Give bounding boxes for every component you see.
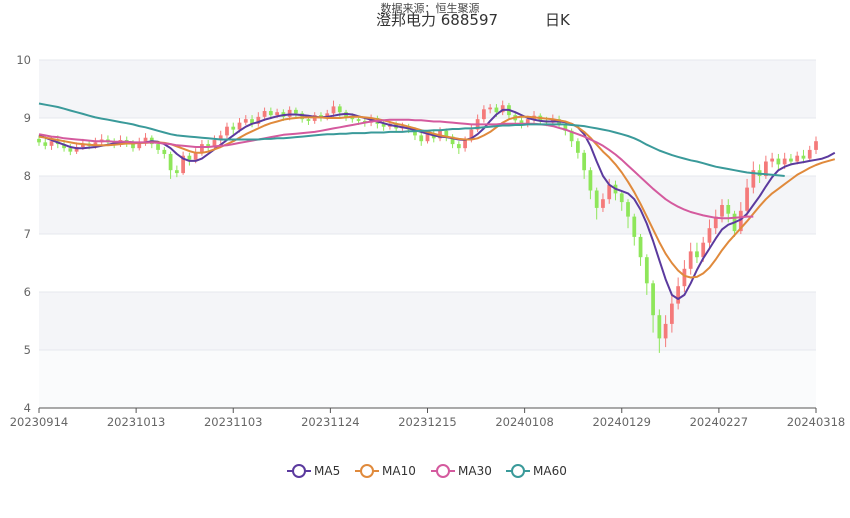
candle-body [626, 202, 630, 217]
candle-body [782, 158, 787, 165]
candle-body [720, 205, 724, 217]
chart-canvas: 4 5 6 7 8 9 10 20230914 20231013 20231103 2023112… [10, 1, 846, 478]
candle-body [638, 236, 643, 258]
legend-label: MA60 [533, 464, 567, 478]
candle-body [619, 193, 624, 203]
candle-body [494, 107, 499, 113]
x-tick-label: 20230914 [10, 415, 69, 429]
legend-label: MA5 [314, 464, 340, 478]
y-tick-label: 5 [24, 343, 31, 357]
candle-body [607, 184, 612, 200]
kline-chart: 4 5 6 7 8 9 10 20230914 20231013 20231103 2023112… [0, 0, 850, 518]
candle-body [193, 152, 198, 160]
x-axis: 20230914 20231013 20231103 20231124 20231215… [10, 407, 846, 429]
candle-body [695, 251, 699, 258]
candle-body [663, 323, 668, 339]
candle-body [337, 106, 342, 113]
y-tick-label: 10 [16, 53, 31, 67]
x-tick-label: 20240227 [690, 415, 749, 429]
band-bottom [39, 350, 816, 408]
candle-body [588, 170, 593, 191]
candle-body [243, 119, 248, 123]
y-axis-labels: 4 5 6 7 8 9 10 [16, 53, 31, 415]
candle-body [726, 205, 731, 214]
legend-swatch-marker [360, 464, 374, 478]
candle-body [463, 140, 467, 149]
candle-body [682, 268, 687, 287]
candle-body [237, 122, 242, 130]
candle-body [168, 153, 173, 171]
x-tick-label: 20240318 [787, 415, 846, 429]
candle-body [425, 134, 430, 142]
legend-swatch-marker [292, 464, 306, 478]
candle-body [814, 141, 818, 150]
candle-body [49, 141, 54, 146]
y-tick-label: 8 [24, 169, 31, 183]
candle-body [419, 135, 424, 142]
candle-body [200, 144, 204, 153]
candle-body [275, 112, 279, 116]
candle-body [262, 111, 267, 117]
x-tick-label: 20231013 [107, 415, 166, 429]
y-tick-label: 7 [24, 227, 31, 241]
candle-body [331, 106, 336, 114]
candle-body [601, 199, 605, 208]
legend-label: MA30 [458, 464, 492, 478]
band-5 [39, 292, 816, 350]
candle-body [488, 107, 493, 110]
candle-body [294, 109, 298, 114]
band-7 [39, 176, 816, 234]
legend-label: MA10 [382, 464, 416, 478]
candle-body [745, 187, 749, 211]
candle-body [707, 228, 712, 243]
candle-body [776, 158, 781, 165]
candle-body [644, 257, 649, 284]
candle-body [456, 144, 461, 149]
legend-swatch-marker [511, 464, 525, 478]
candle-body [482, 109, 486, 120]
period-label: 日K [545, 11, 571, 29]
x-tick-label: 20231215 [398, 415, 457, 429]
candle-body [651, 283, 655, 316]
y-tick-label: 6 [24, 285, 31, 299]
candle-body [688, 251, 693, 269]
candle-body [162, 149, 167, 154]
candle-body [187, 155, 192, 160]
candle-body [306, 119, 311, 121]
candle-body [576, 141, 580, 153]
candle-body [268, 111, 273, 116]
y-tick-label: 9 [24, 111, 31, 125]
candle-body [657, 315, 662, 339]
candle-body [174, 170, 179, 174]
x-tick-label: 20240129 [592, 415, 651, 429]
chart-title: 澄邦电力 688597 [376, 11, 498, 29]
candle-body [795, 155, 800, 162]
candle-body [37, 138, 41, 143]
band-9 [39, 60, 816, 118]
candle-body [801, 155, 806, 159]
legend: MA5 MA10 MA30 MA60 [287, 464, 567, 478]
candle-body [356, 119, 361, 121]
candle-body [225, 126, 229, 136]
candle-body [807, 149, 812, 159]
candle-body [632, 216, 637, 237]
candle-body [669, 303, 674, 324]
y-tick-label: 4 [24, 401, 31, 415]
x-tick-label: 20231124 [301, 415, 360, 429]
candle-body [594, 190, 599, 208]
candle-body [156, 144, 160, 150]
candle-body [770, 158, 775, 162]
x-tick-label: 20231103 [204, 415, 263, 429]
candle-body [43, 142, 48, 146]
candle-body [68, 148, 73, 152]
candle-body [231, 126, 236, 130]
legend-swatch-marker [436, 464, 450, 478]
candle-body [287, 109, 292, 117]
candle-body [582, 152, 587, 171]
x-tick-label: 20240108 [495, 415, 554, 429]
candle-body [789, 158, 793, 162]
candle-body [676, 286, 681, 304]
